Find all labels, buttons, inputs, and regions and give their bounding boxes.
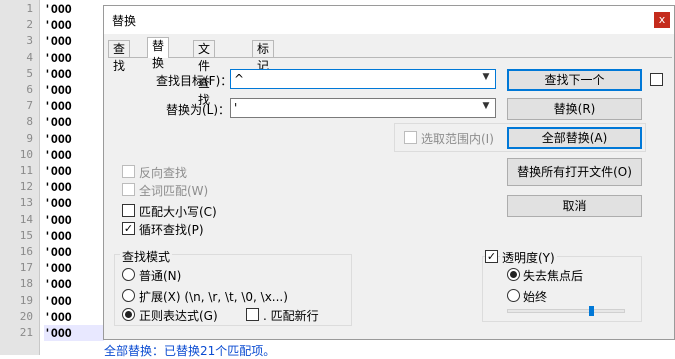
tab-divider — [108, 57, 672, 58]
line-number: 4 — [26, 50, 33, 64]
line-number: 10 — [19, 147, 33, 161]
transparency-always-label: 始终 — [523, 290, 548, 304]
line-number: 9 — [26, 131, 33, 145]
code-line: 'OOO — [44, 196, 72, 211]
find-next-options-checkbox[interactable] — [650, 73, 663, 86]
tab-replace[interactable]: 替换 — [147, 37, 170, 70]
status-message: 全部替换：已替换21个匹配项。 — [104, 344, 276, 358]
code-line: 'OOO — [44, 115, 72, 130]
find-what-value: ^ — [234, 72, 245, 86]
cancel-button[interactable]: 取消 — [507, 195, 642, 217]
code-line: 'OOO — [44, 131, 72, 146]
line-number: 11 — [19, 164, 33, 177]
wrap-around-checkbox[interactable]: ✓ — [122, 222, 135, 235]
tab-find-in-files[interactable]: 文件查找 — [193, 40, 216, 107]
dot-matches-newline-checkbox[interactable] — [246, 308, 259, 321]
line-number: 1 — [26, 2, 33, 15]
match-case-checkbox[interactable] — [122, 204, 135, 217]
close-button[interactable]: x — [654, 12, 670, 28]
replace-with-value: ' — [234, 101, 238, 115]
replace-with-label: 替换为(L)： — [166, 103, 231, 117]
line-number-gutter: 1 2 3 4 5 6 7 8 9 10 11 12 13 14 15 16 17 18 19 20 21 — [0, 0, 40, 355]
find-next-button[interactable]: 查找下一个 — [507, 69, 642, 91]
backward-direction-label: 反向查找 — [139, 166, 188, 180]
transparency-slider-track[interactable] — [507, 309, 625, 313]
code-line: 'OOO — [44, 99, 72, 114]
line-number: 6 — [26, 83, 33, 96]
find-what-input[interactable]: ^ ▼ — [230, 69, 496, 89]
match-case-label: 匹配大小写(C) — [139, 205, 217, 219]
in-selection-checkbox[interactable] — [404, 131, 417, 144]
radio-selected-dot — [125, 311, 132, 318]
code-line: 'OOO — [44, 34, 72, 49]
transparency-always-radio[interactable] — [507, 289, 520, 302]
transparency-on-lose-focus-label: 失去焦点后 — [523, 269, 584, 283]
code-line: 'OOO — [44, 261, 72, 276]
dialog-title: 替换 — [112, 14, 137, 28]
in-selection-label: 选取范围内(I) — [421, 132, 494, 146]
code-line: 'OOO — [44, 228, 72, 243]
code-line: 'OOO — [44, 164, 72, 178]
chevron-down-icon[interactable]: ▼ — [480, 72, 492, 82]
transparency-checkbox[interactable]: ✓ — [485, 250, 498, 263]
search-mode-regex-radio[interactable] — [122, 308, 135, 321]
search-mode-extended-radio[interactable] — [122, 289, 135, 302]
dot-matches-newline-label: . 匹配新行 — [263, 309, 319, 323]
code-line: 'OOO — [44, 83, 72, 97]
dialog-titlebar: 替换 x — [104, 6, 674, 34]
transparency-label: 透明度(Y) — [500, 249, 557, 266]
search-mode-extended-label: 扩展(X) (\n, \r, \t, \0, \x...) — [139, 290, 288, 304]
code-line: 'OOO — [44, 18, 72, 33]
transparency-on-lose-focus-radio[interactable] — [507, 268, 520, 281]
chevron-down-icon[interactable]: ▼ — [480, 101, 492, 111]
replace-all-open-docs-button[interactable]: 替换所有打开文件(O) — [507, 158, 642, 186]
replace-button[interactable]: 替换(R) — [507, 98, 642, 120]
replace-with-input[interactable]: ' ▼ — [230, 98, 496, 118]
backward-direction-checkbox[interactable] — [122, 165, 135, 178]
code-line: 'OOO — [44, 325, 104, 341]
line-number: 15 — [19, 228, 33, 242]
search-mode-regex-label: 正则表达式(G) — [139, 309, 218, 323]
tab-mark[interactable]: 标记 — [252, 40, 275, 73]
code-line: 'OOO — [44, 277, 72, 292]
line-number: 16 — [19, 245, 33, 258]
code-line: 'OOO — [44, 245, 72, 259]
code-line: 'OOO — [44, 50, 72, 65]
code-line: 'OOO — [44, 147, 72, 162]
close-icon: x — [658, 13, 666, 26]
code-line: 'OOO — [44, 309, 72, 324]
wrap-around-label: 循环查找(P) — [139, 223, 204, 237]
search-mode-normal-radio[interactable] — [122, 268, 135, 281]
line-number: 8 — [26, 115, 33, 129]
code-line: 'OOO — [44, 2, 72, 16]
search-mode-normal-label: 普通(N) — [139, 269, 182, 283]
line-number: 17 — [19, 261, 33, 275]
whole-word-label: 全词匹配(W) — [139, 184, 209, 198]
line-number: 19 — [19, 293, 33, 307]
find-what-label: 查找目标(F)： — [156, 74, 233, 88]
line-number: 12 — [19, 180, 33, 194]
line-number: 3 — [26, 34, 33, 48]
replace-dialog: 替换 x 查找 替换 文件查找 标记 查找目标(F)： ^ ▼ 查找下一个 替换… — [103, 5, 675, 358]
code-line: 'OOO — [44, 293, 72, 308]
tab-find[interactable]: 查找 — [108, 40, 131, 73]
code-line: 'OOO — [44, 212, 72, 227]
line-number: 2 — [26, 18, 33, 32]
line-number: 5 — [26, 66, 33, 80]
whole-word-checkbox[interactable] — [122, 183, 135, 196]
line-number: 7 — [26, 99, 33, 113]
replace-all-button[interactable]: 全部替换(A) — [507, 127, 642, 149]
code-line: 'OOO — [44, 66, 72, 81]
line-number: 14 — [19, 212, 33, 226]
line-number: 18 — [19, 277, 33, 291]
line-number: 13 — [19, 196, 33, 210]
line-number: 21 — [19, 326, 33, 339]
search-mode-label: 查找模式 — [120, 248, 173, 265]
radio-selected-dot — [510, 271, 517, 278]
code-line: 'OOO — [44, 180, 72, 195]
transparency-slider-thumb[interactable] — [589, 306, 594, 316]
line-number: 20 — [19, 309, 33, 323]
